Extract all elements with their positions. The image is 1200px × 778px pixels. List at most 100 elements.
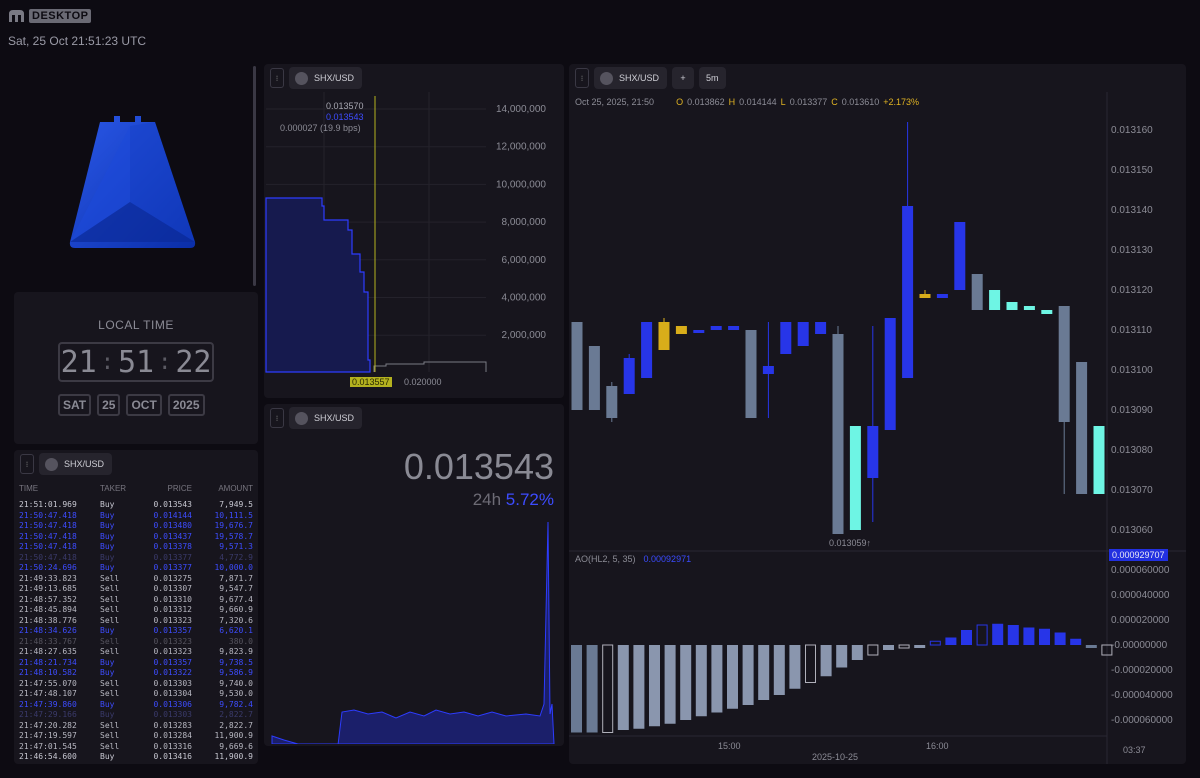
ao-bar: [773, 645, 785, 695]
trade-time: 21:47:19.597: [19, 731, 77, 740]
ao-bar: [883, 645, 894, 650]
app-logo[interactable]: DESKTOP: [8, 8, 92, 23]
ao-bar: [633, 645, 645, 729]
ao-bar: [571, 645, 582, 733]
candle-body: [954, 222, 966, 290]
trade-price: 0.013284: [153, 731, 192, 740]
trade-amount: 10,111.5: [214, 510, 253, 520]
trade-time: 21:48:38.776: [19, 615, 77, 625]
pair-selector[interactable]: SHX/USD: [289, 67, 363, 89]
candle-body: [919, 294, 931, 298]
depth-y-tick: 4,000,000: [502, 293, 547, 304]
trade-row: 21:50:24.696 Buy 0.013377 10,000.0: [14, 563, 258, 574]
trade-taker: Sell: [100, 689, 120, 698]
ao-bar: [929, 640, 941, 646]
trade-amount: 2,822.7: [219, 710, 253, 719]
panel-menu-button[interactable]: ⁝: [20, 454, 34, 474]
ao-bar: [1085, 645, 1097, 648]
ao-value: 0.00092971: [643, 554, 692, 564]
col-taker: TAKER: [100, 484, 127, 493]
trade-taker: Sell: [100, 573, 120, 583]
trade-taker: Buy: [100, 699, 115, 709]
candle-body: [1093, 426, 1105, 494]
trade-price: 0.013480: [153, 521, 192, 530]
ao-bar: [976, 624, 988, 646]
candle-body: [867, 426, 879, 478]
trade-price: 0.013543: [153, 500, 192, 509]
candlestick-chart[interactable]: 0.013160 0.013150 0.013140 0.013130 0.013120…: [569, 64, 1186, 764]
trade-taker: Sell: [100, 720, 120, 730]
ao-bar: [680, 645, 692, 720]
price-tick: 0.013080: [1111, 445, 1153, 456]
depth-y-tick: 2,000,000: [502, 330, 547, 341]
trade-price: 0.013316: [153, 741, 192, 751]
trade-taker: Buy: [100, 510, 115, 520]
panel-menu-button[interactable]: ⁝: [270, 408, 284, 428]
pair-label: SHX/USD: [314, 73, 355, 83]
trade-row: 21:46:44.000 Buy 0.013316 11,900.9: [14, 763, 258, 765]
panel-menu-button[interactable]: ⁝: [270, 68, 284, 88]
ao-bar: [1023, 627, 1035, 645]
trade-row: 21:49:33.823 Sell 0.013275 7,871.7: [14, 574, 258, 585]
trade-time: 21:50:47.418: [19, 531, 77, 541]
chart-clock: 03:37: [1123, 745, 1146, 755]
trade-amount: 6,620.1: [219, 626, 253, 635]
ao-bar: [992, 623, 1004, 645]
trade-price: 0.013303: [153, 710, 192, 719]
ao-bar: [1070, 638, 1082, 645]
trade-amount: 9,823.9: [219, 647, 253, 656]
left-scrollbar[interactable]: [253, 66, 256, 286]
trade-row: 21:47:01.545 Sell 0.013316 9,669.6: [14, 742, 258, 753]
trade-amount: 9,547.7: [219, 584, 253, 593]
depth-chart[interactable]: 14,000,000 12,000,000 10,000,000 8,000,000 6…: [264, 92, 564, 398]
trade-row: 21:50:47.418 Buy 0.013480 19,676.7: [14, 521, 258, 532]
candle-panel: ⁝ SHX/USD + 5m Oct 25, 2025, 21:50 O 0.01…: [569, 64, 1186, 764]
trade-row: 21:47:29.166 Buy 0.013303 2,822.7: [14, 710, 258, 721]
pair-label: SHX/USD: [314, 413, 355, 423]
col-amount: AMOUNT: [218, 484, 253, 493]
trade-taker: Buy: [100, 752, 115, 761]
time-separator: :: [158, 349, 172, 375]
trade-price: 0.013377: [153, 563, 192, 572]
trade-row: 21:50:47.418 Buy 0.014144 10,111.5: [14, 511, 258, 522]
trade-price: 0.013306: [153, 699, 192, 709]
coin-icon: [45, 457, 58, 471]
time-tick-1500: 15:00: [718, 741, 741, 751]
trade-time: 21:48:33.767: [19, 636, 77, 646]
trade-row: 21:50:47.418 Buy 0.013378 9,571.3: [14, 542, 258, 553]
pair-label: SHX/USD: [64, 459, 105, 469]
trade-price: 0.013312: [153, 605, 192, 614]
low-marker: 0.013059↑: [829, 538, 872, 548]
ao-tick: -0.000020000: [1111, 665, 1173, 676]
ao-bar: [711, 645, 723, 713]
date-label: 2025-10-25: [812, 752, 859, 762]
price-tick: 0.013070: [1111, 485, 1153, 496]
candle-body: [902, 206, 914, 378]
trade-price: 0.013304: [153, 689, 192, 698]
candle-body: [641, 322, 653, 378]
trade-row: 21:47:20.282 Sell 0.013283 2,822.7: [14, 721, 258, 732]
ao-bar: [758, 645, 770, 700]
candle-body: [989, 290, 1001, 310]
trades-panel: ⁝ SHX/USD TIME TAKER PRICE AMOUNT 21:51:…: [14, 450, 258, 764]
depth-cursor-price: 0.013557: [350, 377, 392, 387]
trade-amount: 19,578.7: [214, 531, 253, 541]
ao-bar: [617, 645, 629, 730]
trade-amount: 380.0: [228, 636, 253, 646]
trade-row: 21:50:47.418 Buy 0.013437 19,578.7: [14, 532, 258, 543]
brand-tower-art: [69, 116, 196, 248]
trade-taker: Buy: [100, 542, 115, 551]
trade-taker: Sell: [100, 647, 120, 656]
candle-body: [832, 334, 844, 534]
time-tick-1600: 16:00: [926, 741, 949, 751]
trade-amount: 9,571.3: [219, 542, 253, 551]
pair-selector[interactable]: SHX/USD: [39, 453, 113, 475]
local-time-digits: 21 : 51 : 22: [58, 342, 214, 382]
trade-price: 0.013275: [153, 573, 192, 583]
trade-time: 21:46:44.000: [19, 763, 77, 765]
local-date: SAT 25 OCT 2025: [58, 394, 205, 416]
trade-price: 0.013377: [153, 552, 192, 562]
trade-time: 21:47:55.070: [19, 678, 77, 688]
trade-price: 0.013323: [153, 615, 192, 625]
pair-selector[interactable]: SHX/USD: [289, 407, 363, 429]
